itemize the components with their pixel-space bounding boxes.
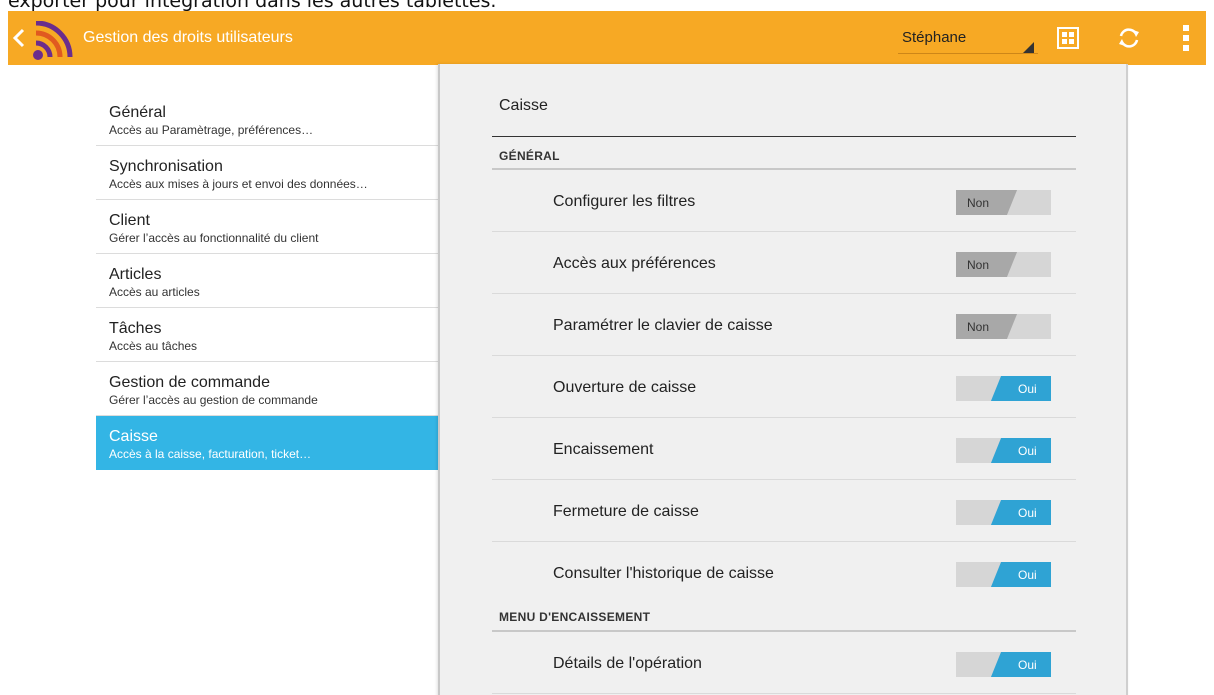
- category-title: Général: [109, 104, 166, 121]
- category-item-articles[interactable]: Articles Accès au articles: [96, 254, 440, 308]
- permission-toggle[interactable]: Non: [956, 314, 1051, 339]
- category-subtitle: Accès à la caisse, facturation, ticket…: [109, 447, 312, 461]
- category-item-synchronisation[interactable]: Synchronisation Accès aux mises à jours …: [96, 146, 440, 200]
- permission-label: Fermeture de caisse: [553, 503, 699, 520]
- back-arrow-icon[interactable]: [12, 27, 28, 49]
- permission-label: Paramétrer le clavier de caisse: [553, 317, 773, 334]
- category-item-taches[interactable]: Tâches Accès au tâches: [96, 308, 440, 362]
- permission-toggle[interactable]: Non: [956, 252, 1051, 277]
- permission-row: Encaissement Oui: [492, 418, 1076, 480]
- permission-label: Ouverture de caisse: [553, 379, 697, 396]
- category-item-general[interactable]: Général Accès au Paramètrage, préférence…: [96, 92, 440, 146]
- user-select-underline: [898, 53, 1038, 54]
- title-divider: [492, 136, 1076, 137]
- category-title: Caisse: [109, 428, 158, 445]
- category-subtitle: Accès au Paramètrage, préférences…: [109, 123, 314, 137]
- permission-row: Paramétrer le clavier de caisse Non: [492, 294, 1076, 356]
- permission-toggle[interactable]: Oui: [956, 562, 1051, 587]
- user-select[interactable]: Stéphane: [898, 19, 1038, 57]
- app-logo-icon[interactable]: [32, 21, 76, 61]
- toggle-state: Oui: [1018, 658, 1037, 672]
- user-select-value: Stéphane: [902, 29, 967, 46]
- permission-label: Encaissement: [553, 441, 654, 458]
- permission-row: Accès aux préférences Non: [492, 232, 1076, 294]
- toggle-state: Oui: [1018, 444, 1037, 458]
- permission-toggle[interactable]: Oui: [956, 376, 1051, 401]
- category-title: Synchronisation: [109, 158, 223, 175]
- permission-toggle[interactable]: Oui: [956, 438, 1051, 463]
- toggle-state: Non: [967, 320, 990, 334]
- category-title: Articles: [109, 266, 162, 283]
- settings-category-list: Général Accès au Paramètrage, préférence…: [96, 92, 440, 470]
- toggle-state: Non: [967, 258, 990, 272]
- permission-label: Accès aux préférences: [553, 255, 716, 272]
- category-title: Gestion de commande: [109, 374, 270, 391]
- toggle-state: Oui: [1018, 568, 1037, 582]
- action-bar: Gestion des droits utilisateurs Stéphane: [8, 11, 1206, 65]
- category-item-client[interactable]: Client Gérer l’accès au fonctionnalité d…: [96, 200, 440, 254]
- detail-panel: Caisse GÉNÉRAL Configurer les filtres No…: [438, 64, 1128, 695]
- category-subtitle: Gérer l’accès au gestion de commande: [109, 393, 318, 407]
- category-subtitle: Accès au articles: [109, 285, 200, 299]
- overflow-menu-icon[interactable]: [1173, 25, 1199, 51]
- permission-label: Configurer les filtres: [553, 193, 696, 210]
- category-item-gestion-commande[interactable]: Gestion de commande Gérer l’accès au ges…: [96, 362, 440, 416]
- permission-row: Fermeture de caisse Oui: [492, 480, 1076, 542]
- permission-toggle[interactable]: Oui: [956, 500, 1051, 525]
- grid-icon[interactable]: [1055, 25, 1081, 51]
- toggle-state: Oui: [1018, 382, 1037, 396]
- dropdown-triangle-icon: [1023, 42, 1034, 53]
- action-bar-title: Gestion des droits utilisateurs: [83, 29, 293, 46]
- section-header-general: GÉNÉRAL: [499, 149, 560, 163]
- toggle-state: Non: [967, 196, 990, 210]
- panel-title: Caisse: [499, 97, 548, 114]
- category-title: Client: [109, 212, 150, 229]
- permission-row: Consulter l'historique de caisse Oui: [492, 542, 1076, 604]
- toggle-state: Oui: [1018, 506, 1037, 520]
- section-header-menu-encaissement: MENU D'ENCAISSEMENT: [499, 610, 651, 624]
- category-item-caisse[interactable]: Caisse Accès à la caisse, facturation, t…: [96, 416, 440, 470]
- permission-label: Consulter l'historique de caisse: [553, 565, 774, 582]
- permission-toggle[interactable]: Non: [956, 190, 1051, 215]
- category-title: Tâches: [109, 320, 162, 337]
- category-subtitle: Accès aux mises à jours et envoi des don…: [109, 177, 368, 191]
- permission-label: Détails de l'opération: [553, 655, 702, 672]
- permission-row: Configurer les filtres Non: [492, 170, 1076, 232]
- permission-row: Ouverture de caisse Oui: [492, 356, 1076, 418]
- category-subtitle: Accès au tâches: [109, 339, 198, 353]
- category-subtitle: Gérer l’accès au fonctionnalité du clien…: [109, 231, 319, 245]
- refresh-icon[interactable]: [1116, 25, 1142, 51]
- permission-toggle[interactable]: Oui: [956, 652, 1051, 677]
- permission-row: Détails de l'opération Oui: [492, 632, 1076, 694]
